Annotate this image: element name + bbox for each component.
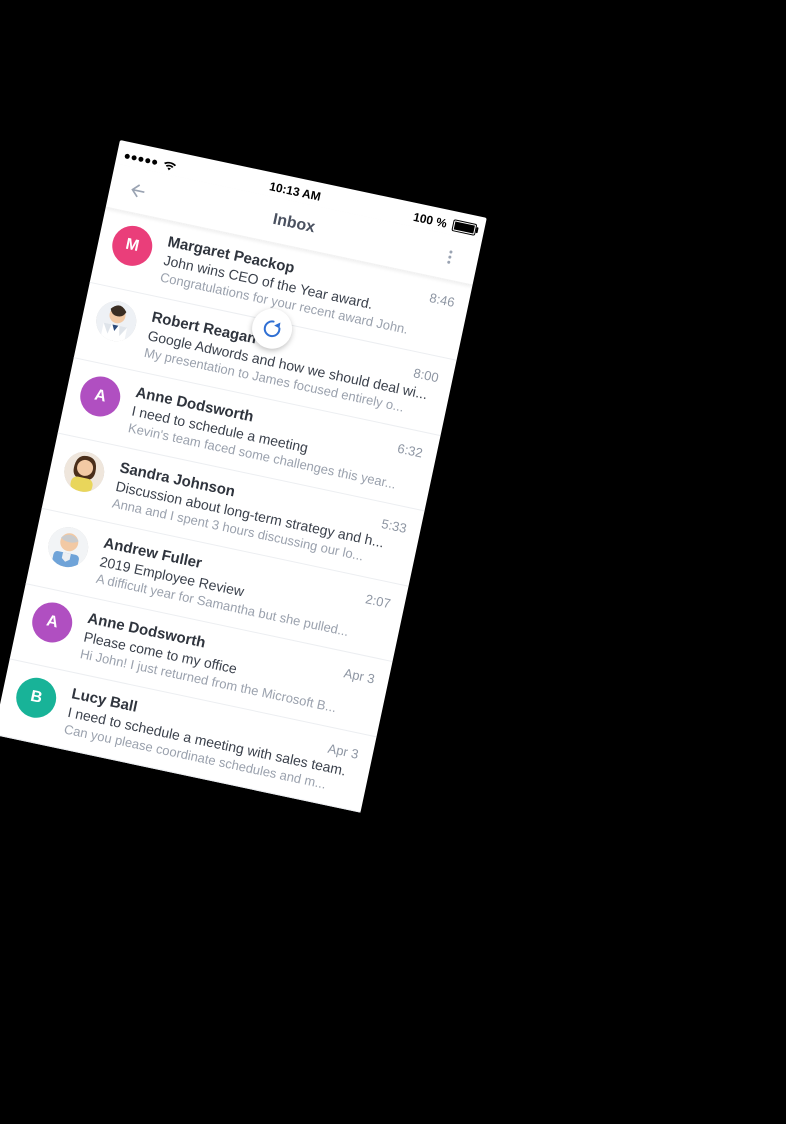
more-vertical-icon xyxy=(439,246,460,267)
avatar-letter: B xyxy=(29,688,44,708)
battery-icon xyxy=(451,219,477,236)
signal-dots-icon xyxy=(124,153,157,165)
avatar: B xyxy=(12,674,59,721)
avatar: M xyxy=(109,222,156,269)
avatar-photo-icon xyxy=(44,523,91,570)
back-button[interactable] xyxy=(114,165,162,216)
wifi-icon xyxy=(162,159,178,172)
avatar: A xyxy=(77,373,124,420)
avatar: A xyxy=(28,599,75,646)
message-time: 6:32 xyxy=(396,441,424,461)
avatar-letter: M xyxy=(124,236,141,256)
avatar xyxy=(61,448,108,495)
page-title: Inbox xyxy=(271,211,316,237)
avatar-photo-icon xyxy=(61,448,108,495)
message-time: 8:46 xyxy=(428,290,456,310)
avatar-photo-icon xyxy=(93,297,140,344)
message-time: 8:00 xyxy=(412,365,440,385)
avatar-letter: A xyxy=(93,386,108,406)
arrow-left-icon xyxy=(126,179,150,203)
phone-frame: 10:13 AM 100 % Inbox xyxy=(0,140,487,813)
message-time: 2:07 xyxy=(364,591,392,611)
avatar-letter: A xyxy=(45,612,60,632)
avatar xyxy=(93,297,140,344)
refresh-icon xyxy=(259,316,285,342)
avatar xyxy=(44,523,91,570)
more-menu-button[interactable] xyxy=(426,231,474,282)
message-list[interactable]: MMargaret Peackop8:46John wins CEO of th… xyxy=(0,207,472,812)
message-time: 5:33 xyxy=(380,516,408,536)
